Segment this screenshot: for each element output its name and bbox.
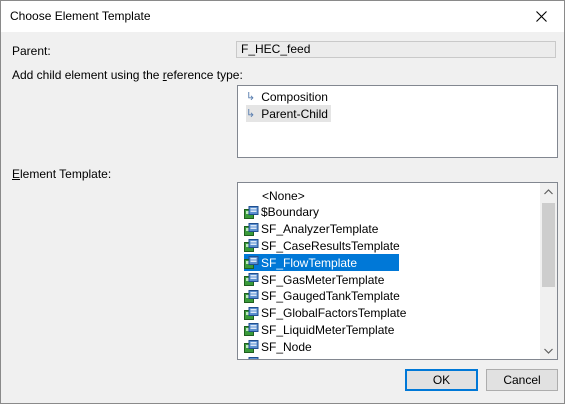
element-template-icon (244, 239, 259, 253)
element-template-list[interactable]: <None> $Boundary SF_AnalyzerTemplate SF_Cas… (237, 182, 558, 360)
scroll-up-button[interactable] (540, 183, 557, 200)
template-item[interactable]: SF_FlowTemplate (244, 254, 399, 272)
title-bar: Choose Element Template (1, 1, 564, 32)
template-item-label: <None> (262, 188, 305, 203)
scrollbar-thumb[interactable] (542, 203, 555, 287)
reference-type-label: Composition (261, 89, 328, 104)
template-item-label: SF_GlobalFactorsTemplate (261, 306, 407, 321)
reference-type-label-suffix: eference type: (166, 68, 243, 82)
template-item[interactable]: SF_GaugedTankTemplate (244, 288, 400, 305)
element-template-label-rest: lement Template: (20, 167, 112, 181)
template-item[interactable]: SF_NodeTemplate (244, 355, 360, 359)
return-arrow-icon: ↳ (246, 108, 256, 120)
parent-label: Parent: (12, 44, 51, 58)
vertical-scrollbar[interactable] (540, 183, 557, 359)
template-item[interactable]: SF_GasMeterTemplate (244, 271, 384, 288)
parent-field: F_HEC_feed (236, 41, 556, 58)
element-template-icon (244, 340, 259, 354)
template-item-label: SF_Node (261, 339, 312, 354)
close-icon (535, 11, 547, 22)
template-item-label: SF_FlowTemplate (261, 255, 358, 270)
element-template-icon (244, 273, 259, 286)
element-template-icon (244, 289, 259, 303)
chevron-up-icon (544, 188, 553, 194)
window-title: Choose Element Template (10, 9, 151, 23)
element-template-items: <None> $Boundary SF_AnalyzerTemplate SF_Cas… (238, 183, 540, 359)
template-item-label: SF_NodeTemplate (261, 357, 360, 360)
element-template-icon (244, 205, 259, 219)
reference-type-label: Add child element using the reference ty… (12, 68, 243, 82)
template-item[interactable]: $Boundary (244, 204, 319, 221)
template-item[interactable]: SF_Node (244, 338, 312, 355)
element-template-icon (244, 323, 259, 337)
chevron-down-icon (544, 348, 553, 354)
element-template-icon (244, 222, 259, 236)
choose-element-template-dialog: Choose Element Template Parent: F_HEC_fe… (0, 0, 565, 404)
element-template-icon (244, 357, 259, 359)
template-item-label: SF_GasMeterTemplate (261, 272, 385, 287)
scroll-down-button[interactable] (540, 342, 557, 359)
template-item[interactable]: SF_AnalyzerTemplate (244, 221, 378, 238)
template-item-label: SF_GaugedTankTemplate (261, 289, 400, 304)
template-item[interactable]: SF_LiquidMeterTemplate (244, 321, 394, 338)
element-template-label-mnemonic: E (12, 167, 21, 181)
template-item-label: $Boundary (261, 205, 320, 220)
element-template-label: Element Template: (12, 167, 111, 181)
return-arrow-icon: ↳ (246, 91, 256, 103)
reference-type-list[interactable]: ↳ Composition ↳ Parent-Child (237, 85, 558, 158)
close-button[interactable] (518, 1, 564, 32)
template-item-label: SF_AnalyzerTemplate (261, 222, 379, 237)
element-template-icon (244, 256, 259, 270)
element-template-icon (244, 306, 259, 320)
ok-button[interactable]: OK (405, 369, 478, 391)
template-item[interactable]: SF_GlobalFactorsTemplate (244, 305, 406, 322)
reference-type-composition[interactable]: ↳ Composition (246, 88, 331, 105)
cancel-button[interactable]: Cancel (486, 369, 558, 391)
template-item-label: SF_CaseResultsTemplate (261, 238, 400, 253)
template-item[interactable]: SF_CaseResultsTemplate (244, 237, 400, 254)
reference-type-label-prefix: Add child element using the (12, 68, 163, 82)
template-item-label: SF_LiquidMeterTemplate (261, 322, 395, 337)
reference-type-label: Parent-Child (261, 106, 328, 121)
template-item[interactable]: <None> (262, 187, 305, 204)
reference-type-parent-child[interactable]: ↳ Parent-Child (246, 105, 331, 122)
